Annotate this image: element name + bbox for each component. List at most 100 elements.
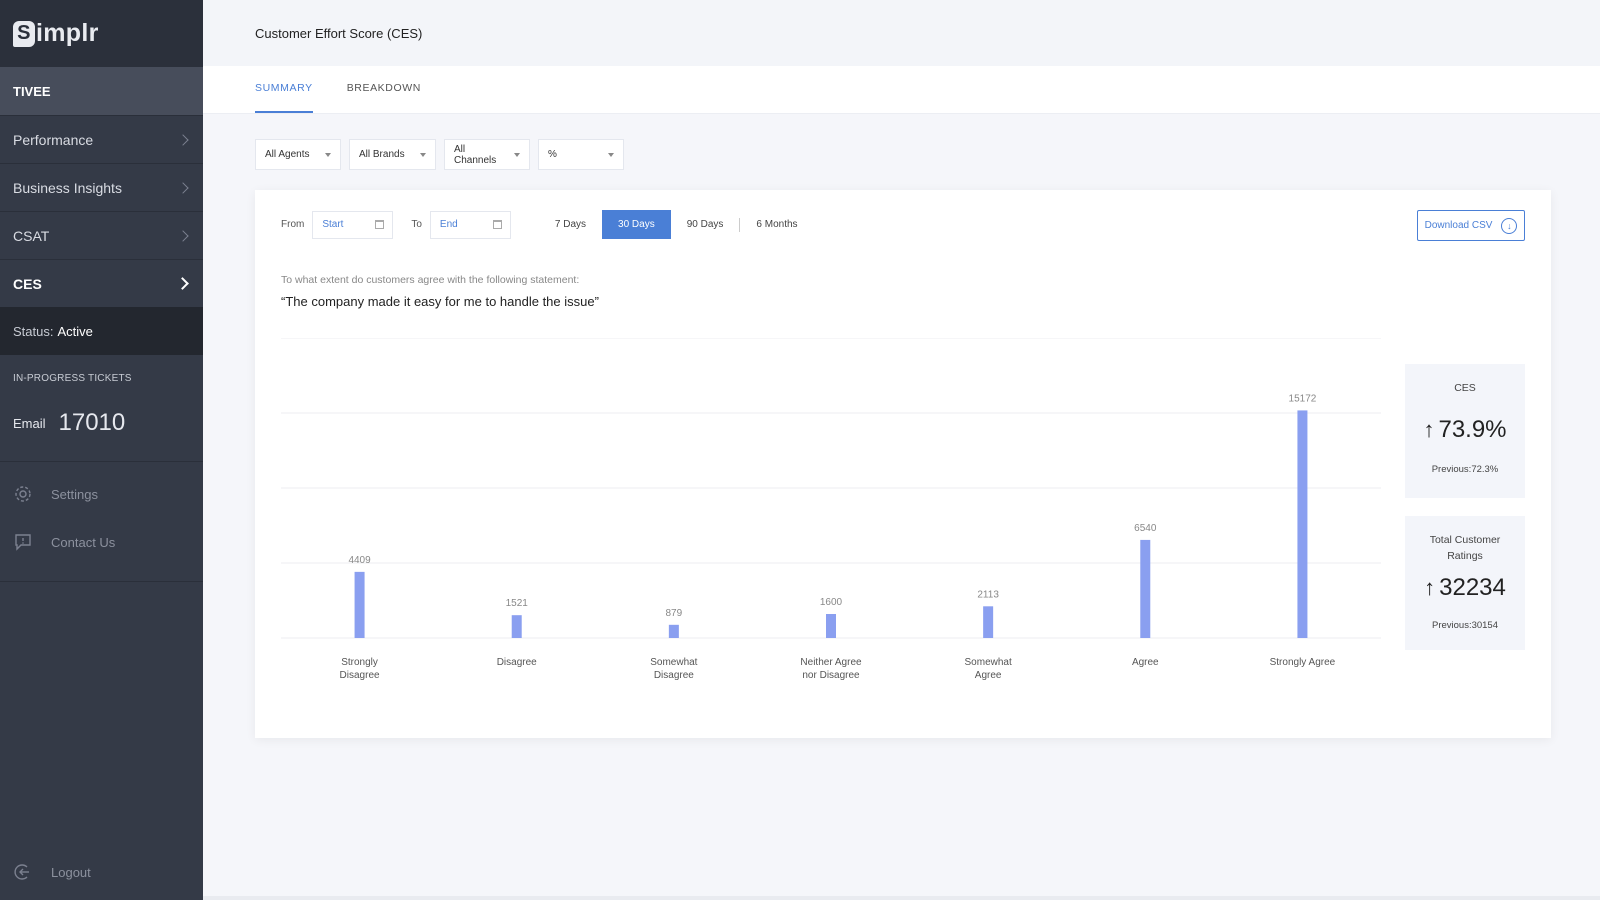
in-progress-tickets: IN-PROGRESS TICKETS Email 17010 — [0, 355, 203, 462]
bar — [983, 606, 994, 638]
ces-kpi-previous: Previous:72.3% — [1431, 464, 1499, 475]
status-value: Active — [57, 323, 93, 339]
question-prompt: To what extent do customers agree with t… — [281, 274, 580, 286]
sidebar-item-csat[interactable]: CSAT — [0, 211, 203, 259]
start-date-input[interactable]: Start — [312, 210, 394, 239]
gear-icon — [15, 486, 31, 502]
logo-mark-icon: S — [13, 20, 35, 47]
in-progress-label: IN-PROGRESS TICKETS — [13, 373, 132, 384]
bar-value-label: 2113 — [977, 589, 999, 600]
x-tick-label: Disagree — [497, 657, 537, 668]
chevron-right-icon — [177, 229, 189, 242]
range-30-days[interactable]: 30 Days — [602, 210, 671, 239]
channels-dropdown[interactable]: All Channels — [444, 139, 530, 170]
sidebar: Simplr TIVEE Performance Business Insigh… — [0, 0, 203, 900]
chart-svg: 4409 Strongly Disagree 1521 Disagree 879 Somew… — [281, 338, 1381, 681]
sidebar-item-label: Performance — [13, 131, 94, 148]
ratings-kpi-title: Total Customer Ratings — [1429, 534, 1501, 562]
tab-bar: SUMMARY BREAKDOWN — [203, 66, 1600, 114]
ces-distribution-chart: 4409 Strongly Disagree 1521 Disagree 879 Somew… — [281, 338, 1381, 708]
sidebar-item-performance[interactable]: Performance — [0, 115, 203, 163]
chevron-right-icon — [177, 133, 189, 146]
question-statement: “The company made it easy for me to hand… — [281, 294, 599, 309]
range-90-days[interactable]: 90 Days — [671, 210, 740, 239]
x-tick-label: Neither Agree nor Disagree — [800, 657, 862, 681]
range-7-days[interactable]: 7 Days — [539, 210, 602, 239]
logout-link[interactable]: Logout — [13, 862, 91, 882]
unit-dropdown-value: % — [548, 149, 557, 160]
sidebar-item-label: Business Insights — [13, 179, 122, 196]
x-tick-label: Strongly Disagree — [340, 657, 380, 681]
tab-summary[interactable]: SUMMARY — [255, 82, 313, 113]
bottom-scrollbar[interactable] — [203, 896, 1600, 900]
logo-bar: Simplr — [0, 0, 203, 67]
bar — [354, 571, 365, 638]
email-count: 17010 — [58, 409, 126, 436]
ratings-kpi-number: 32234 — [1439, 574, 1506, 601]
channels-dropdown-value: All Channels — [454, 143, 497, 166]
ces-kpi-number: 73.9% — [1438, 416, 1507, 443]
bar-value-label: 15172 — [1289, 393, 1317, 404]
agents-dropdown-value: All Agents — [265, 149, 310, 160]
simplr-logo[interactable]: Simplr — [13, 19, 99, 48]
download-csv-label: Download CSV — [1424, 220, 1493, 231]
brands-dropdown-value: All Brands — [359, 149, 405, 160]
end-date-input[interactable]: End — [429, 210, 511, 239]
x-tick-label: Somewhat Disagree — [650, 657, 697, 681]
brands-dropdown[interactable]: All Brands — [349, 139, 436, 170]
contact-us-link[interactable]: Contact Us — [0, 518, 203, 566]
ces-kpi-card: CES ↑ 73.9% Previous:72.3% — [1405, 364, 1525, 498]
ratings-kpi-card: Total Customer Ratings ↑ 32234 Previous:… — [1405, 516, 1525, 650]
end-date-placeholder: End — [439, 219, 458, 230]
email-ticket-count: Email 17010 — [13, 409, 190, 437]
settings-link[interactable]: Settings — [0, 470, 203, 518]
email-label: Email — [13, 415, 46, 431]
sidebar-item-business-insights[interactable]: Business Insights — [0, 163, 203, 211]
bar-value-label: 4409 — [348, 555, 371, 566]
bar — [668, 624, 679, 638]
utility-menu: Settings Contact Us — [0, 462, 203, 582]
caret-down-icon — [420, 152, 426, 157]
arrow-up-icon: ↑ — [1423, 417, 1435, 442]
range-selector: 7 Days 30 Days 90 Days 6 Months — [539, 210, 814, 239]
filter-bar: All Agents All Brands All Channels % — [255, 139, 624, 170]
agent-status[interactable]: Status: Active — [0, 307, 203, 355]
chevron-right-icon — [177, 181, 189, 194]
main-content: Customer Effort Score (CES) SUMMARY BREA… — [203, 0, 1600, 900]
from-label: From — [281, 219, 305, 230]
x-tick-label: Strongly Agree — [1270, 657, 1336, 668]
start-date-placeholder: Start — [322, 219, 344, 230]
bar — [511, 615, 522, 638]
ces-summary-card: From Start To End 7 Days 30 Days 90 Days… — [255, 190, 1551, 738]
calendar-icon — [375, 220, 385, 229]
calendar-icon — [492, 220, 502, 229]
bar-value-label: 879 — [666, 608, 683, 619]
date-range-controls: From Start To End 7 Days 30 Days 90 Days… — [281, 210, 814, 239]
agents-dropdown[interactable]: All Agents — [255, 139, 341, 170]
ratings-kpi-previous: Previous:30154 — [1431, 620, 1499, 631]
sidebar-item-label: CES — [13, 275, 42, 292]
ratings-kpi-value: ↑ 32234 — [1405, 574, 1525, 602]
logo-text: implr — [36, 19, 99, 47]
sidebar-item-ces[interactable]: CES — [0, 259, 203, 307]
logout-icon — [14, 864, 29, 880]
caret-down-icon — [514, 152, 520, 157]
bar — [1140, 539, 1151, 638]
x-tick-label: Somewhat Agree — [965, 657, 1012, 681]
logout-label: Logout — [51, 864, 91, 880]
download-csv-button[interactable]: Download CSV ↓ — [1417, 210, 1525, 241]
ces-kpi-title: CES — [1454, 382, 1476, 394]
download-icon: ↓ — [1501, 217, 1518, 234]
to-label: To — [411, 219, 422, 230]
arrow-up-icon: ↑ — [1424, 575, 1436, 600]
org-name[interactable]: TIVEE — [0, 67, 203, 115]
caret-down-icon — [608, 152, 614, 157]
unit-dropdown[interactable]: % — [538, 139, 624, 170]
range-6-months[interactable]: 6 Months — [740, 210, 813, 239]
status-label: Status: — [13, 323, 54, 339]
bar-value-label: 6540 — [1134, 523, 1157, 534]
ces-kpi-value: ↑ 73.9% — [1405, 416, 1525, 444]
chat-icon — [15, 534, 31, 551]
tab-breakdown[interactable]: BREAKDOWN — [347, 82, 421, 113]
contact-us-label: Contact Us — [51, 534, 116, 550]
